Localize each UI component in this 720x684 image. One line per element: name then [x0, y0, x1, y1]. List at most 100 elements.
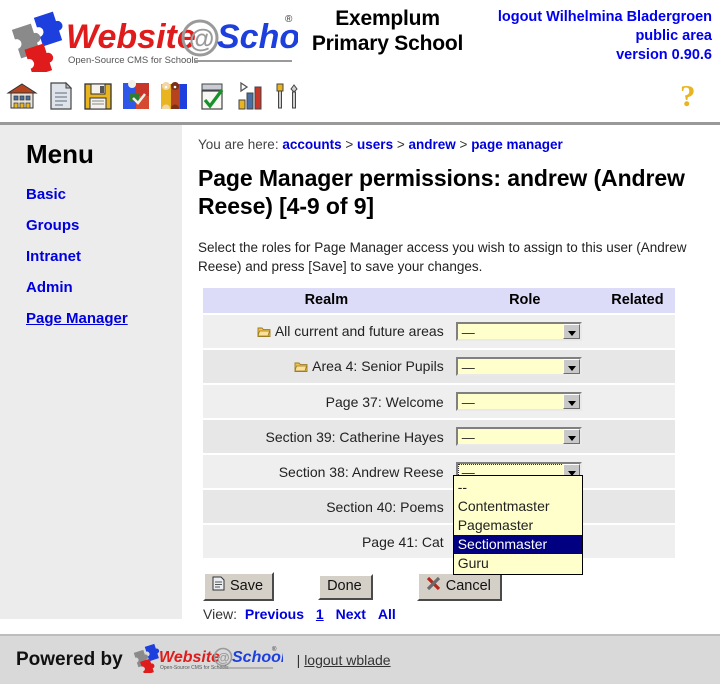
footer-logout-link[interactable]: logout wblade [304, 652, 390, 668]
school-name: Exemplum Primary School [300, 6, 475, 56]
related-cell [599, 524, 675, 560]
realm-cell: All current and future areas [203, 314, 450, 350]
help-icon[interactable]: ? [680, 80, 706, 112]
svg-text:Open-Source CMS for Schools: Open-Source CMS for Schools [160, 665, 229, 671]
pagination-previous[interactable]: Previous [245, 606, 304, 622]
sidebar-item-admin[interactable]: Admin [26, 279, 73, 296]
role-cell: — [449, 419, 600, 455]
sidebar: Menu Basic Groups Intranet Admin Page Ma… [0, 125, 184, 619]
permissions-table: Realm Role Related All current and futur… [203, 288, 675, 575]
chevron-down-icon [562, 324, 580, 339]
related-cell [599, 349, 675, 385]
breadcrumb-separator: > [396, 137, 405, 152]
session-info: logout Wilhelmina Bladergroen public are… [498, 8, 712, 65]
breadcrumb-item-andrew[interactable]: andrew [409, 137, 456, 152]
role-dropdown-list[interactable]: -- Contentmaster Pagemaster Sectionmaste… [452, 475, 583, 575]
site-logo[interactable]: Website @ School ® Open-Source CMS for S… [8, 6, 298, 72]
checklist-icon[interactable] [196, 80, 228, 112]
chevron-down-icon [562, 429, 580, 444]
realm-label: Page 41: Cat [361, 533, 444, 550]
cancel-button-label: Cancel [445, 577, 491, 594]
page-footer: Powered by Website @ School ® Open-Sourc… [0, 634, 720, 684]
realm-cell: Page 41: Cat [203, 524, 450, 560]
chevron-down-icon [562, 359, 580, 374]
save-button[interactable]: Save [203, 572, 275, 601]
dropdown-option-guru[interactable]: Guru [454, 554, 582, 573]
dropdown-option-pagemaster[interactable]: Pagemaster [454, 516, 582, 535]
pagination-label: View: [203, 606, 237, 622]
logout-user-link[interactable]: logout Wilhelmina Bladergroen [498, 8, 712, 27]
breadcrumb-separator: > [345, 137, 354, 152]
floppy-disk-icon[interactable] [82, 80, 114, 112]
role-select-value: — [461, 325, 475, 340]
related-cell [599, 454, 675, 490]
table-row: All current and future areas — [203, 314, 675, 350]
realm-label: Section 39: Catherine Hayes [265, 428, 444, 445]
svg-text:@: @ [217, 650, 230, 665]
breadcrumb-item-accounts[interactable]: accounts [282, 137, 341, 152]
main-panel: You are here: accounts > users > andrew … [184, 125, 720, 622]
role-select[interactable]: — [455, 392, 582, 411]
related-cell [599, 314, 675, 350]
dropdown-option-none[interactable]: -- [454, 478, 582, 497]
svg-text:Open-Source CMS for Schools: Open-Source CMS for Schools [68, 55, 199, 66]
column-header-related: Related [599, 288, 675, 315]
powered-by-label: Powered by [16, 649, 123, 670]
column-header-realm: Realm [203, 288, 450, 315]
table-row: Section 40: Poems [203, 489, 675, 525]
folder-icon [257, 325, 271, 341]
pagination-all[interactable]: All [378, 606, 396, 622]
realm-label: All current and future areas [274, 322, 444, 339]
done-button[interactable]: Done [318, 573, 373, 600]
breadcrumb-label: You are here: [198, 137, 279, 152]
school-name-line1: Exemplum [335, 7, 440, 30]
realm-cell: Section 40: Poems [203, 489, 450, 525]
realm-label: Section 40: Poems [326, 498, 444, 515]
role-select[interactable]: — [455, 322, 582, 341]
role-select-value: — [461, 395, 475, 410]
svg-text:®: ® [272, 646, 277, 653]
tools-icon[interactable] [272, 80, 304, 112]
page-title: Page Manager permissions: andrew (Andrew… [198, 165, 685, 219]
table-row: Page 41: Cat [203, 524, 675, 560]
breadcrumb: You are here: accounts > users > andrew … [198, 137, 710, 152]
page-root: Website @ School ® Open-Source CMS for S… [0, 0, 720, 684]
file-document-icon[interactable] [44, 80, 76, 112]
bar-chart-icon[interactable] [234, 80, 266, 112]
dropdown-option-sectionmaster[interactable]: Sectionmaster [453, 535, 582, 554]
school-home-icon[interactable] [6, 80, 38, 112]
sidebar-item-intranet[interactable]: Intranet [26, 248, 81, 265]
done-button-label: Done [327, 577, 362, 594]
table-header-row: Realm Role Related [203, 288, 675, 315]
sidebar-item-groups[interactable]: Groups [26, 217, 79, 234]
cancel-cross-icon [426, 576, 441, 596]
sidebar-item-basic[interactable]: Basic [26, 186, 66, 203]
people-accounts-icon[interactable] [158, 80, 190, 112]
footer-logo[interactable]: Website @ School ® Open-Source CMS for S… [133, 643, 286, 678]
cancel-button[interactable]: Cancel [416, 572, 502, 601]
dropdown-option-contentmaster[interactable]: Contentmaster [454, 497, 582, 516]
table-row: Area 4: Senior Pupils — [203, 349, 675, 385]
table-row: Section 38: Andrew Reese — -- Contentmas… [203, 454, 675, 575]
realm-label: Area 4: Senior Pupils [312, 357, 444, 374]
pagination-page-1[interactable]: 1 [316, 606, 324, 622]
footer-separator: | [296, 652, 301, 668]
role-cell: — [449, 349, 600, 385]
role-select[interactable]: — [455, 357, 582, 376]
svg-text:Website: Website [159, 649, 220, 666]
role-cell-open: — -- Contentmaster Pagemaster Sectionmas… [449, 454, 600, 575]
related-cell [599, 384, 675, 420]
breadcrumb-separator: > [459, 137, 468, 152]
realm-label: Page 37: Welcome [325, 393, 444, 410]
folder-icon [294, 360, 308, 376]
breadcrumb-item-page-manager[interactable]: page manager [471, 137, 563, 152]
breadcrumb-item-users[interactable]: users [357, 137, 393, 152]
role-select-value: — [461, 430, 475, 445]
pagination-next[interactable]: Next [336, 606, 366, 622]
puzzle-modules-icon[interactable] [120, 80, 152, 112]
column-header-role: Role [449, 288, 600, 315]
content-area: Menu Basic Groups Intranet Admin Page Ma… [0, 125, 720, 622]
role-select[interactable]: — [455, 427, 582, 446]
realm-cell: Section 38: Andrew Reese [203, 454, 450, 490]
sidebar-item-page-manager[interactable]: Page Manager [26, 310, 128, 327]
